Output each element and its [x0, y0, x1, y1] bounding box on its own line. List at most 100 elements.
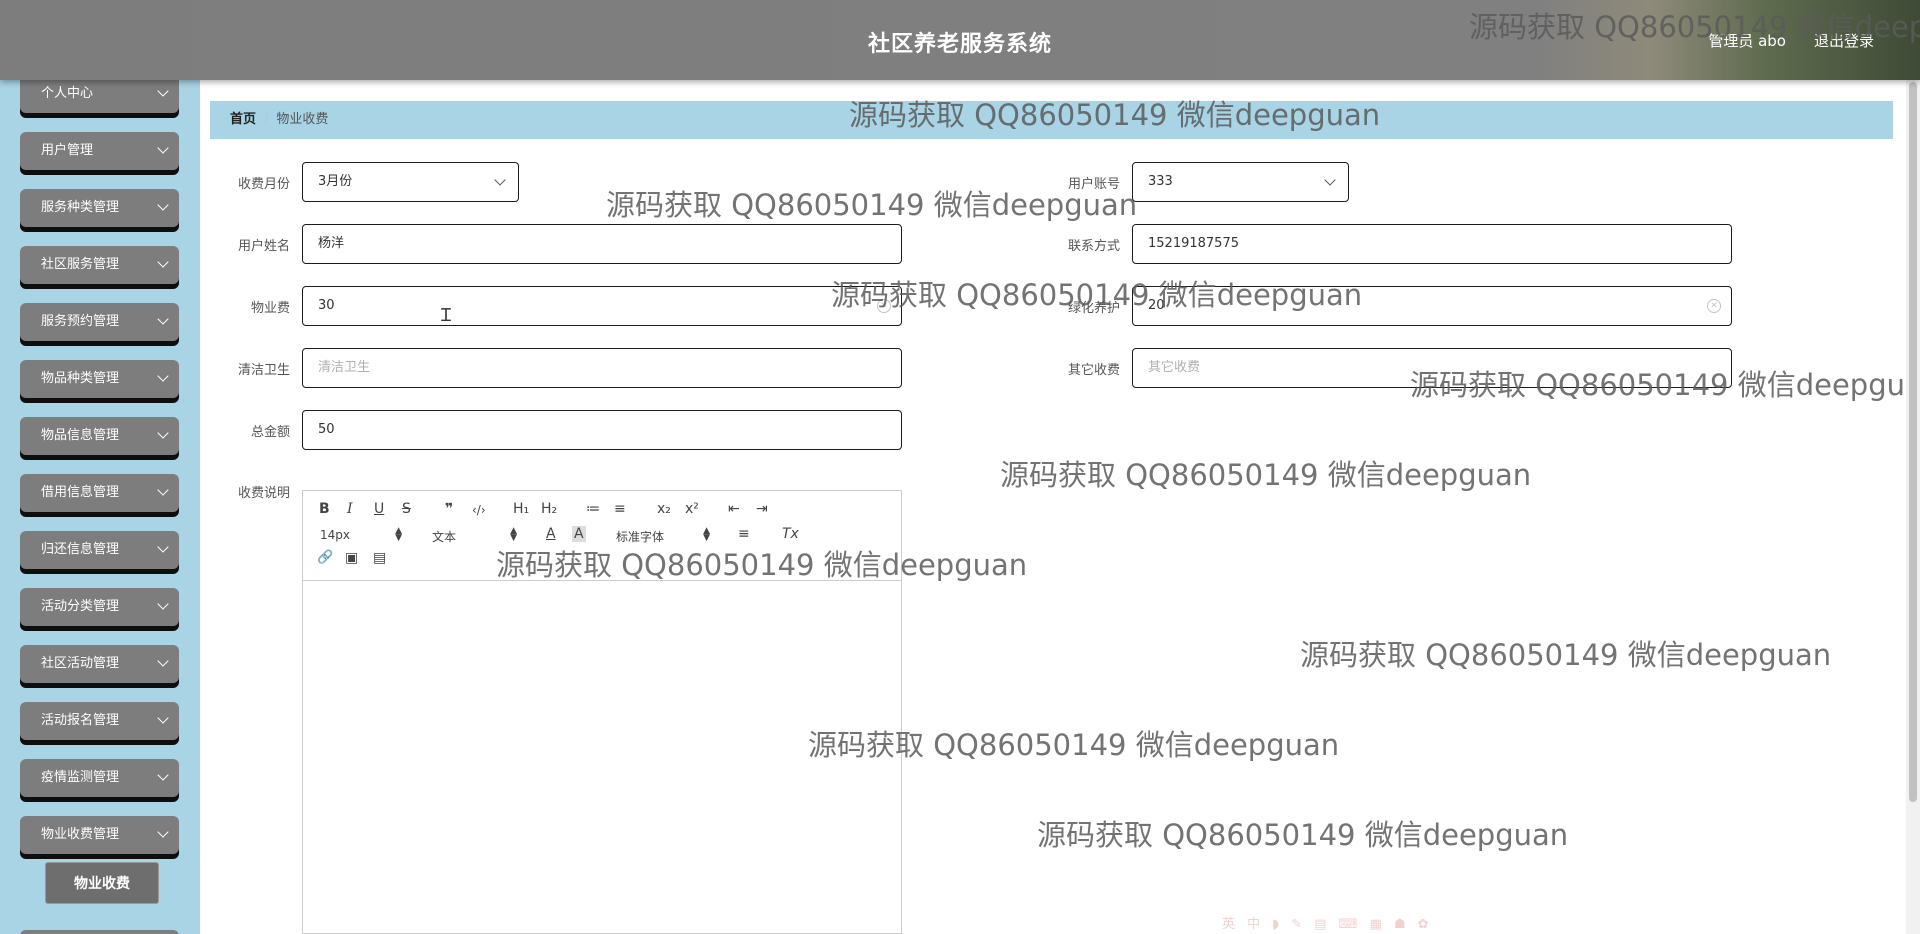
- bold-icon[interactable]: B: [319, 501, 330, 517]
- sidebar-item-activity-categories[interactable]: 活动分类管理: [20, 588, 179, 626]
- chevron-down-icon: [157, 598, 169, 610]
- chevron-down-icon: [157, 256, 169, 268]
- watermark-text: 源码获取 QQ86050149 微信deepguan: [1300, 638, 1832, 672]
- editor-content-area[interactable]: [303, 582, 901, 932]
- heading1-icon[interactable]: H₁: [513, 501, 529, 517]
- phone-input-value: 15219187575: [1148, 236, 1239, 251]
- scrollbar-thumb[interactable]: [1909, 82, 1917, 802]
- code-block-icon[interactable]: ‹/›: [472, 503, 486, 517]
- heading2-icon[interactable]: H₂: [541, 501, 557, 517]
- clean-input-placeholder: 清洁卫生: [318, 360, 371, 375]
- italic-icon[interactable]: I: [347, 501, 353, 517]
- video-icon[interactable]: ▤: [373, 550, 386, 566]
- strikethrough-icon[interactable]: S: [402, 501, 411, 517]
- breadcrumb-current: 物业收费: [276, 112, 329, 127]
- total-input[interactable]: 50: [302, 410, 902, 450]
- sidebar-item-label: 社区服务管理: [41, 257, 120, 272]
- text-cursor-icon: Ɪ: [441, 305, 452, 326]
- sidebar-item-label: 服务预约管理: [41, 314, 120, 329]
- total-label: 总金额: [250, 425, 290, 440]
- sidebar-item-label: 疫情监测管理: [41, 770, 120, 785]
- property-fee-value: 30: [318, 298, 335, 313]
- link-icon[interactable]: 🔗: [317, 550, 333, 565]
- subscript-icon[interactable]: x₂: [657, 501, 671, 517]
- updown-icon: ▲ ▼: [510, 526, 517, 543]
- other-input-placeholder: 其它收费: [1148, 360, 1201, 375]
- clean-input[interactable]: 清洁卫生: [302, 348, 902, 388]
- name-input[interactable]: 杨洋: [302, 224, 902, 264]
- font-size-select[interactable]: 14px ▲ ▼: [320, 526, 402, 543]
- blockquote-icon[interactable]: ❞: [445, 501, 453, 517]
- logout-link[interactable]: 退出登录: [1814, 30, 1874, 51]
- sidebar-item-item-types[interactable]: 物品种类管理: [20, 360, 179, 398]
- chevron-down-icon: [157, 370, 169, 382]
- chevron-down-icon: [157, 142, 169, 154]
- superscript-icon[interactable]: x²: [685, 501, 699, 517]
- font-size-value: 14px: [320, 528, 350, 542]
- image-icon[interactable]: ▣: [345, 550, 358, 566]
- ime-toolbar: 英 中 ◗ ✎ ▤ ⌨ ▦ ☗ ✿: [1222, 917, 1433, 932]
- font-family-value: 标准字体: [616, 530, 665, 544]
- align-icon[interactable]: ≡: [738, 526, 750, 542]
- sidebar-item-label: 用户管理: [41, 143, 94, 158]
- clean-label: 清洁卫生: [237, 363, 290, 378]
- sidebar-item-activity-signups[interactable]: 活动报名管理: [20, 702, 179, 740]
- account-select[interactable]: 333: [1132, 162, 1349, 202]
- bullet-list-icon[interactable]: ≡: [614, 501, 626, 517]
- text-type-select[interactable]: 文本 ▲ ▼: [432, 526, 517, 545]
- sidebar-item-profile[interactable]: 个人中心: [20, 80, 179, 113]
- chevron-down-icon: [157, 541, 169, 553]
- sidebar-item-label: 活动报名管理: [41, 713, 120, 728]
- description-label: 收费说明: [237, 486, 290, 501]
- sidebar-item-property-fees[interactable]: 物业收费管理: [20, 816, 179, 854]
- sidebar-item-return-info[interactable]: 归还信息管理: [20, 531, 179, 569]
- clear-icon[interactable]: ✕: [877, 299, 891, 313]
- chevron-down-icon: [157, 313, 169, 325]
- name-input-value: 杨洋: [318, 236, 345, 251]
- ordered-list-icon[interactable]: ≔: [586, 501, 600, 517]
- text-type-value: 文本: [432, 530, 457, 544]
- chevron-down-icon: [157, 769, 169, 781]
- chevron-down-icon: [1324, 174, 1336, 186]
- clear-format-icon[interactable]: Tx: [782, 526, 799, 542]
- sidebar-item-service-types[interactable]: 服务种类管理: [20, 189, 179, 227]
- chevron-down-icon: [157, 199, 169, 211]
- sidebar-subitem-property-fee[interactable]: 物业收费: [45, 862, 159, 904]
- sidebar-item-partial[interactable]: [20, 930, 179, 934]
- sidebar-item-community-activities[interactable]: 社区活动管理: [20, 645, 179, 683]
- property-fee-input[interactable]: 30 ✕: [302, 286, 902, 326]
- sidebar-item-item-info[interactable]: 物品信息管理: [20, 417, 179, 455]
- sidebar-item-epidemic-monitoring[interactable]: 疫情监测管理: [20, 759, 179, 797]
- font-family-select[interactable]: 标准字体 ▲ ▼: [616, 526, 710, 545]
- sidebar-item-borrow-info[interactable]: 借用信息管理: [20, 474, 179, 512]
- breadcrumb-home[interactable]: 首页: [230, 112, 256, 127]
- admin-username: 管理员 abo: [1708, 32, 1786, 50]
- sidebar-item-label: 物品信息管理: [41, 428, 120, 443]
- green-label: 绿化养护: [1067, 301, 1120, 316]
- underline-icon[interactable]: U: [374, 501, 384, 517]
- sidebar-item-users[interactable]: 用户管理: [20, 132, 179, 170]
- watermark-text: 源码获取 QQ86050149 微信deepguan: [1037, 818, 1569, 852]
- sidebar-item-label: 物品种类管理: [41, 371, 120, 386]
- indent-icon[interactable]: ⇥: [756, 501, 768, 517]
- sidebar-item-service-bookings[interactable]: 服务预约管理: [20, 303, 179, 341]
- phone-input[interactable]: 15219187575: [1132, 224, 1732, 264]
- clear-icon[interactable]: ✕: [1707, 299, 1721, 313]
- updown-icon: ▲ ▼: [395, 526, 402, 543]
- sidebar-item-community-services[interactable]: 社区服务管理: [20, 246, 179, 284]
- font-color-icon[interactable]: A: [546, 526, 556, 542]
- sidebar-item-label: 社区活动管理: [41, 656, 120, 671]
- month-select[interactable]: 3月份: [302, 162, 519, 202]
- sidebar-item-label: 活动分类管理: [41, 599, 120, 614]
- page-scrollbar[interactable]: [1906, 80, 1920, 934]
- chevron-down-icon: [157, 427, 169, 439]
- other-input[interactable]: 其它收费: [1132, 348, 1732, 388]
- outdent-icon[interactable]: ⇤: [728, 501, 740, 517]
- chevron-down-icon: [157, 85, 169, 97]
- background-color-icon[interactable]: A: [572, 526, 586, 542]
- property-fee-label: 物业费: [250, 301, 290, 316]
- updown-icon: ▲ ▼: [703, 526, 710, 543]
- green-input[interactable]: 20 ✕: [1132, 286, 1732, 326]
- total-input-value: 50: [318, 422, 335, 437]
- account-label: 用户账号: [1067, 177, 1120, 192]
